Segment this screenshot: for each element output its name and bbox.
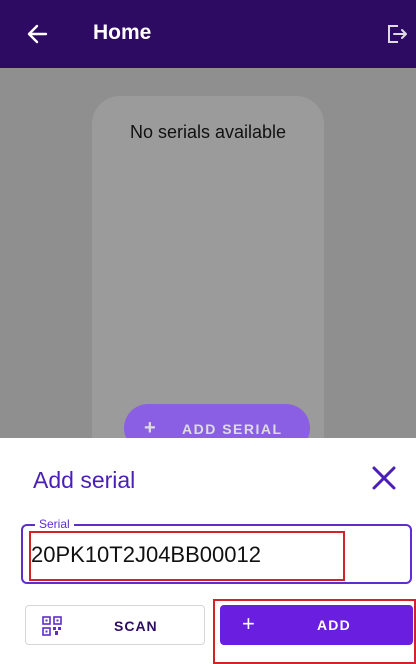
arrow-left-icon bbox=[27, 24, 48, 44]
plus-icon: + bbox=[144, 417, 158, 439]
qr-code-icon bbox=[42, 616, 62, 636]
highlight-add-box bbox=[213, 599, 416, 664]
sheet-title: Add serial bbox=[33, 467, 136, 493]
highlight-serial-box bbox=[29, 531, 345, 581]
serial-label: Serial bbox=[35, 517, 74, 531]
logout-button[interactable] bbox=[380, 20, 410, 48]
close-button[interactable] bbox=[368, 462, 400, 494]
logout-icon bbox=[388, 25, 407, 43]
scan-button[interactable]: SCAN bbox=[25, 605, 205, 645]
close-icon bbox=[372, 466, 396, 490]
empty-state-message: No serials available bbox=[129, 122, 287, 142]
home-content: No serials available + ADD SERIAL bbox=[0, 68, 416, 466]
app-bar: Home bbox=[0, 0, 416, 68]
page-title: Home bbox=[93, 21, 152, 44]
back-button[interactable] bbox=[22, 18, 58, 50]
add-serial-label: ADD SERIAL bbox=[182, 421, 283, 437]
scan-label: SCAN bbox=[114, 618, 158, 634]
